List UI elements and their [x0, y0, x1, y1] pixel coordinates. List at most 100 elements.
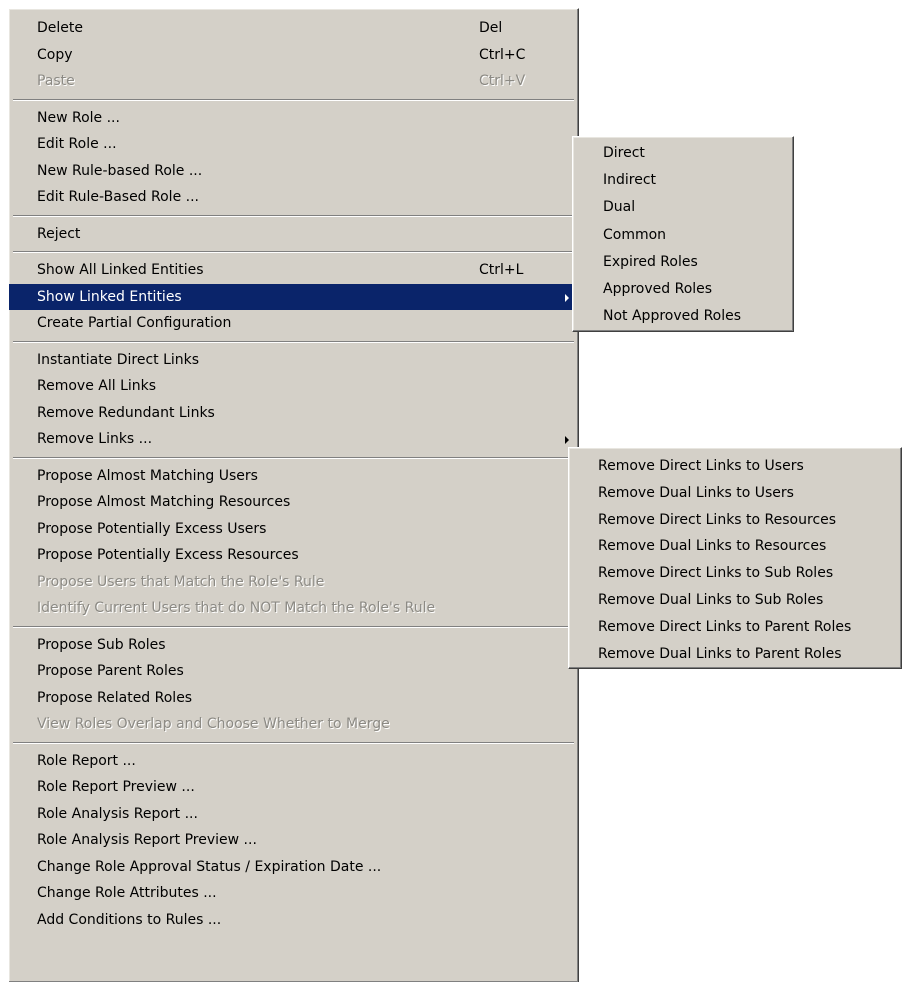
submenu-item-remove-dual-links-to-sub-roles[interactable]: Remove Dual Links to Sub Roles: [569, 587, 901, 614]
menu-item-label: New Rule-based Role ...: [37, 162, 203, 179]
menu-item-shortcut: Ctrl+C: [479, 46, 526, 63]
menu-item-propose-potentially-excess-users[interactable]: Propose Potentially Excess Users: [9, 516, 578, 543]
menu-item-propose-parent-roles[interactable]: Propose Parent Roles: [9, 658, 578, 685]
submenu-item-label: Remove Dual Links to Users: [598, 484, 794, 501]
menu-item-label: View Roles Overlap and Choose Whether to…: [37, 716, 390, 732]
menu-item-label: Role Report Preview ...: [37, 779, 195, 795]
submenu-item-remove-dual-links-to-parent-roles[interactable]: Remove Dual Links to Parent Roles: [569, 641, 901, 668]
menu-item-label: Propose Users that Match the Role's Rule: [37, 573, 325, 590]
submenu-item-indirect[interactable]: Indirect: [573, 167, 793, 194]
menu-item-label: Remove Redundant Links: [37, 404, 215, 421]
menu-separator: [13, 456, 574, 459]
menu-item-label: Role Analysis Report ...: [37, 805, 198, 822]
submenu-item-approved-roles[interactable]: Approved Roles: [573, 276, 793, 303]
menu-item-label: Instantiate Direct Links: [37, 351, 200, 368]
menu-item-label: New Role ...: [37, 109, 120, 126]
menu-item-label: Show All Linked Entities: [37, 262, 204, 278]
menu-item-label: Propose Potentially Excess Resources: [37, 547, 299, 563]
context-menu: Delete Del Copy Ctrl+C Paste Ctrl+V New Role .…: [8, 8, 579, 982]
menu-item-create-partial-configuration[interactable]: Create Partial Configuration: [9, 310, 578, 337]
menu-separator: [13, 251, 574, 253]
menu-item-paste: Paste Ctrl+V: [9, 68, 578, 95]
menu-item-reject[interactable]: Reject: [9, 221, 578, 248]
menu-item-label: Propose Related Roles: [37, 689, 193, 706]
menu-item-label: Propose Almost Matching Users: [37, 467, 258, 484]
menu-item-label: Remove All Links: [37, 378, 157, 394]
menu-item-label: Edit Rule-Based Role ...: [37, 189, 199, 205]
submenu-item-remove-direct-links-to-parent-roles[interactable]: Remove Direct Links to Parent Roles: [569, 614, 901, 641]
menu-item-edit-rule-based-role[interactable]: Edit Rule-Based Role ...: [9, 184, 578, 211]
menu-item-show-linked-entities[interactable]: Show Linked Entities: [9, 283, 578, 310]
submenu-item-remove-dual-links-to-users[interactable]: Remove Dual Links to Users: [569, 480, 901, 507]
menu-item-shortcut: Del: [479, 20, 503, 36]
menu-separator: [13, 340, 574, 343]
submenu-item-label: Remove Direct Links to Users: [598, 458, 804, 474]
menu-item-add-conditions-to-rules[interactable]: Add Conditions to Rules ...: [9, 907, 578, 934]
menu-item-copy[interactable]: Copy Ctrl+C: [9, 42, 578, 69]
submenu-item-expired-roles[interactable]: Expired Roles: [573, 249, 793, 276]
menu-item-role-analysis-report-preview[interactable]: Role Analysis Report Preview ...: [9, 827, 578, 854]
menu-item-label: Identify Current Users that do NOT Match…: [37, 600, 436, 616]
submenu-item-label: Approved Roles: [603, 280, 713, 297]
menu-item-identify-current-users-that-do-not-match-the-role-s-rule: Identify Current Users that do NOT Match…: [9, 595, 578, 622]
submenu-item-remove-dual-links-to-resources[interactable]: Remove Dual Links to Resources: [569, 533, 901, 560]
menu-item-label: Propose Almost Matching Resources: [37, 494, 291, 510]
menu-item-label: Create Partial Configuration: [37, 315, 232, 331]
menu-item-delete[interactable]: Delete Del: [9, 15, 578, 42]
menu-separator: [13, 741, 574, 744]
submenu-item-direct[interactable]: Direct: [573, 140, 793, 167]
menu-item-edit-role[interactable]: Edit Role ...: [9, 131, 578, 158]
menu-item-label: Propose Sub Roles: [37, 636, 166, 653]
menu-item-role-analysis-report[interactable]: Role Analysis Report ...: [9, 801, 578, 828]
menu-item-role-report-preview[interactable]: Role Report Preview ...: [9, 774, 578, 801]
menu-item-instantiate-direct-links[interactable]: Instantiate Direct Links: [9, 347, 578, 374]
menu-item-remove-links[interactable]: Remove Links ...: [9, 426, 578, 453]
submenu-item-remove-direct-links-to-sub-roles[interactable]: Remove Direct Links to Sub Roles: [569, 560, 901, 587]
remove-links-submenu: Remove Direct Links to Users Remove Dual …: [568, 447, 902, 669]
menu-item-change-role-approval-status-expiration-date[interactable]: Change Role Approval Status / Expiration…: [9, 854, 578, 881]
menu-item-shortcut: Ctrl+L: [479, 262, 524, 278]
submenu-arrow-icon: [565, 293, 569, 302]
menu-separator: [13, 625, 574, 628]
menu-item-label: Remove Links ...: [37, 431, 153, 447]
menu-item-propose-related-roles[interactable]: Propose Related Roles: [9, 685, 578, 712]
menu-item-label: Copy: [37, 46, 73, 63]
submenu-item-label: Common: [603, 226, 667, 243]
submenu-item-dual[interactable]: Dual: [573, 194, 793, 221]
menu-item-label: Reject: [37, 225, 81, 242]
show-linked-entities-submenu: Direct Indirect Dual Common Expired Roles App…: [572, 136, 794, 332]
menu-item-new-role[interactable]: New Role ...: [9, 105, 578, 132]
submenu-arrow-icon: [565, 436, 569, 444]
menu-item-propose-sub-roles[interactable]: Propose Sub Roles: [9, 632, 578, 659]
menu-item-propose-users-that-match-the-role-s-rule: Propose Users that Match the Role's Rule: [9, 569, 578, 596]
submenu-item-remove-direct-links-to-resources[interactable]: Remove Direct Links to Resources: [569, 507, 901, 534]
menu-item-label: Show Linked Entities: [37, 288, 182, 305]
submenu-item-label: Expired Roles: [603, 253, 698, 270]
menu-item-change-role-attributes[interactable]: Change Role Attributes ...: [9, 880, 578, 907]
menu-item-remove-all-links[interactable]: Remove All Links: [9, 373, 578, 400]
menu-item-view-roles-overlap-and-choose-whether-to-merge: View Roles Overlap and Choose Whether to…: [9, 711, 578, 738]
menu-item-label: Role Report ...: [37, 752, 136, 769]
menu-item-remove-redundant-links[interactable]: Remove Redundant Links: [9, 400, 578, 427]
submenu-item-remove-direct-links-to-users[interactable]: Remove Direct Links to Users: [569, 453, 901, 480]
menu-item-label: Delete: [37, 20, 83, 36]
submenu-item-label: Remove Dual Links to Parent Roles: [598, 645, 842, 662]
menu-item-propose-potentially-excess-resources[interactable]: Propose Potentially Excess Resources: [9, 542, 578, 569]
menu-item-propose-almost-matching-resources[interactable]: Propose Almost Matching Resources: [9, 489, 578, 516]
menu-item-label: Propose Potentially Excess Users: [37, 520, 267, 537]
menu-separator: [13, 98, 574, 101]
menu-item-label: Change Role Attributes ...: [37, 885, 217, 901]
menu-item-role-report[interactable]: Role Report ...: [9, 748, 578, 775]
submenu-item-not-approved-roles[interactable]: Not Approved Roles: [573, 303, 793, 330]
submenu-item-label: Indirect: [603, 172, 657, 189]
menu-item-propose-almost-matching-users[interactable]: Propose Almost Matching Users: [9, 463, 578, 490]
submenu-item-label: Not Approved Roles: [603, 308, 742, 325]
submenu-item-label: Remove Direct Links to Parent Roles: [598, 618, 852, 635]
menu-item-label: Change Role Approval Status / Expiration…: [37, 858, 382, 875]
menu-item-show-all-linked-entities[interactable]: Show All Linked Entities Ctrl+L: [9, 257, 578, 284]
submenu-item-common[interactable]: Common: [573, 222, 793, 249]
submenu-item-label: Remove Direct Links to Sub Roles: [598, 565, 834, 582]
menu-item-new-rule-based-role[interactable]: New Rule-based Role ...: [9, 158, 578, 185]
menu-item-label: Role Analysis Report Preview ...: [37, 832, 257, 848]
submenu-item-label: Direct: [603, 145, 645, 161]
